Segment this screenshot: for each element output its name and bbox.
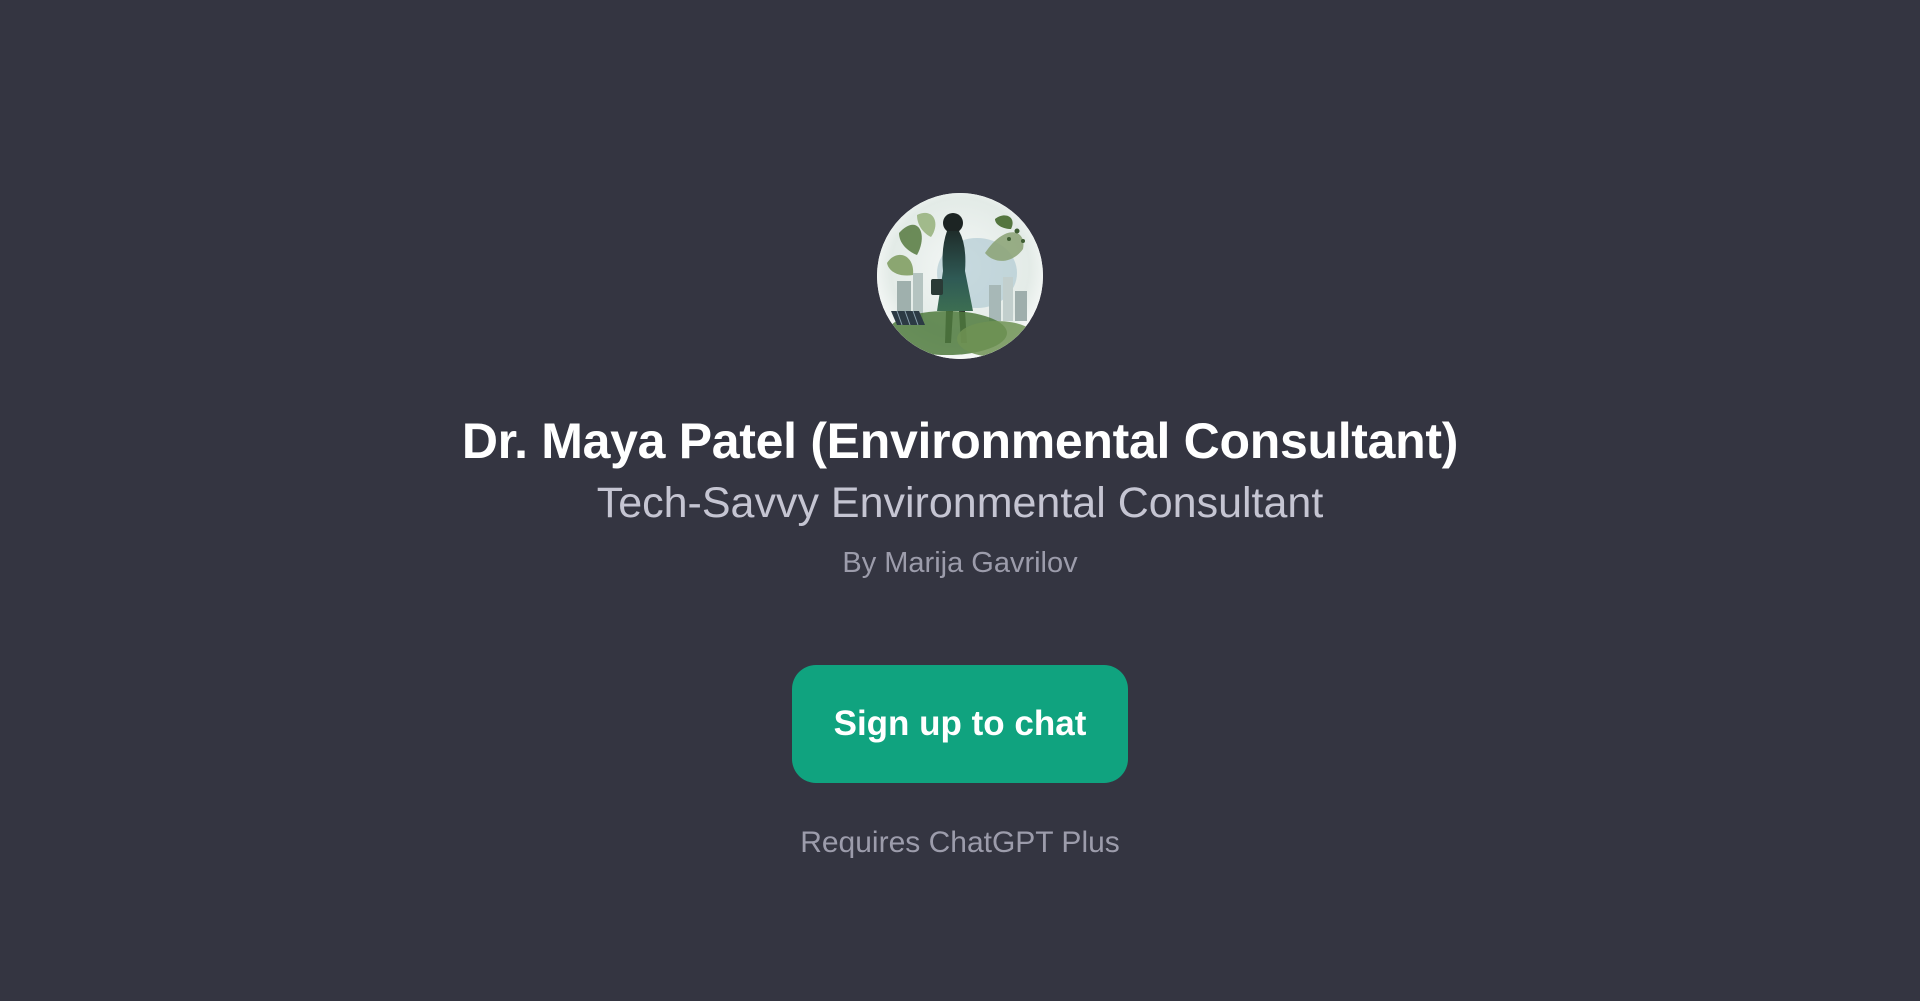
requirement-note: Requires ChatGPT Plus bbox=[800, 826, 1120, 859]
gpt-avatar-image bbox=[877, 193, 1043, 359]
gpt-author: By Marija Gavrilov bbox=[842, 547, 1078, 579]
gpt-title: Dr. Maya Patel (Environmental Consultant… bbox=[461, 413, 1459, 469]
gpt-tagline: Tech-Savvy Environmental Consultant bbox=[596, 479, 1324, 527]
gpt-landing-page: Dr. Maya Patel (Environmental Consultant… bbox=[0, 0, 1920, 1001]
sign-up-to-chat-button[interactable]: Sign up to chat bbox=[792, 665, 1128, 783]
